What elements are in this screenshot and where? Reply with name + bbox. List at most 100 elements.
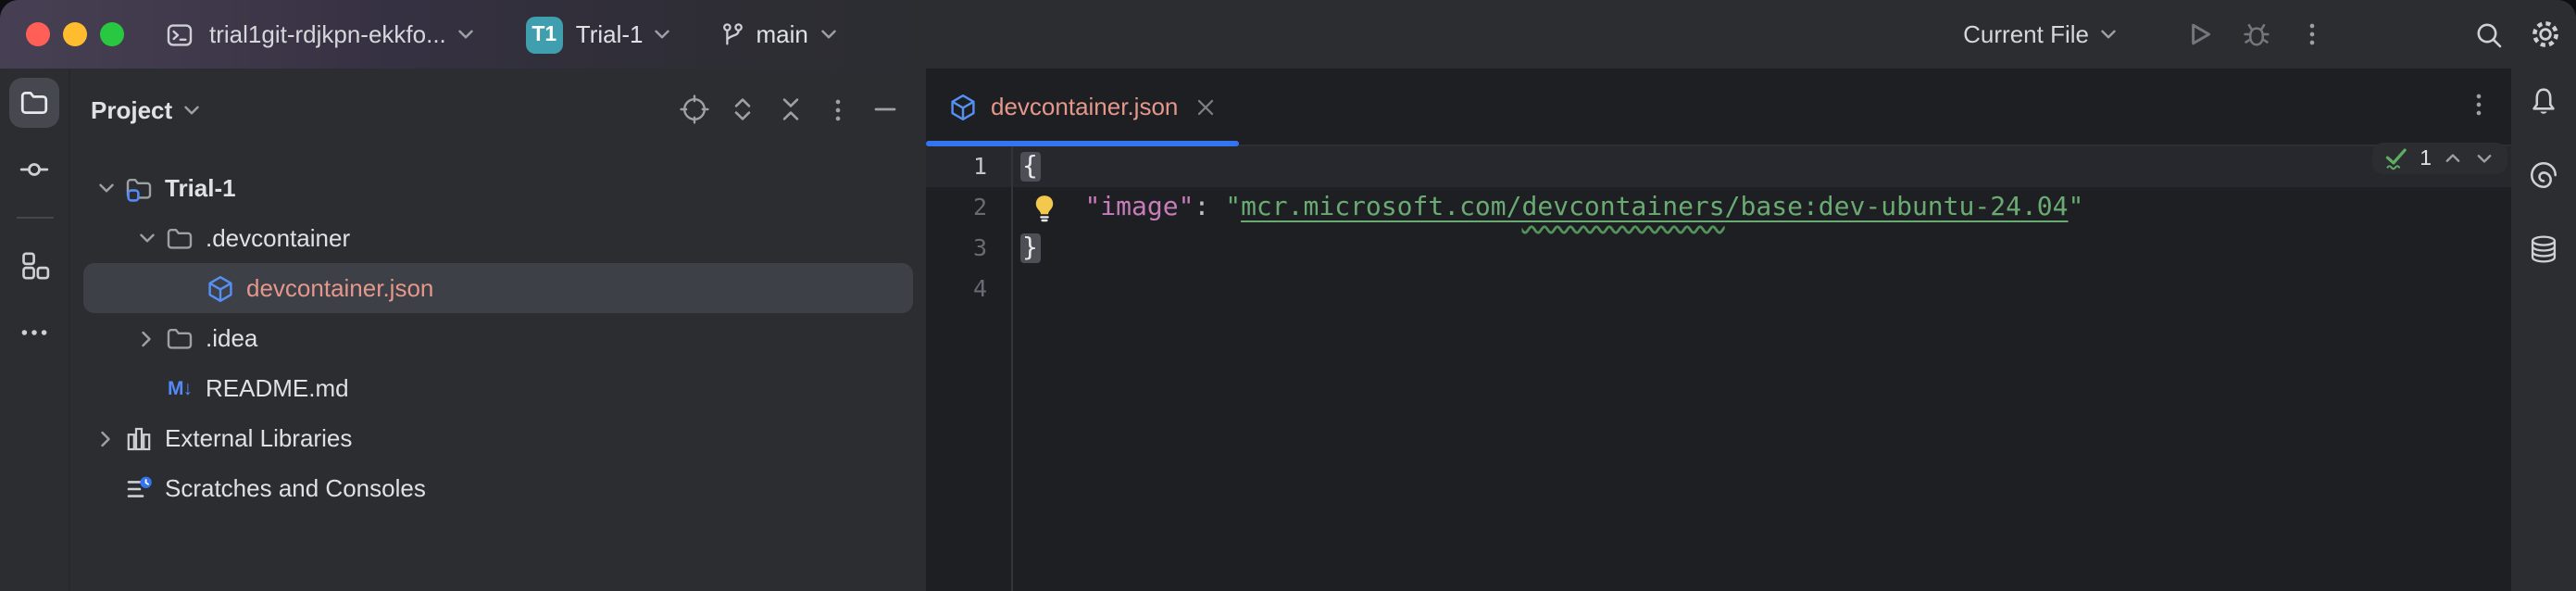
active-tab-underline xyxy=(926,140,1239,146)
code-line xyxy=(1013,269,2511,309)
editor-tab-bar: devcontainer.json xyxy=(926,69,2511,146)
tree-item-label: External Libraries xyxy=(165,424,352,452)
chevron-down-icon[interactable] xyxy=(131,223,161,253)
settings-button[interactable] xyxy=(2530,19,2561,50)
tree-item--idea[interactable]: .idea xyxy=(83,313,913,363)
inspection-count: 1 xyxy=(2420,147,2432,170)
tab-label: devcontainer.json xyxy=(991,93,1178,120)
zoom-window-button[interactable] xyxy=(100,22,124,46)
prev-problem-button[interactable] xyxy=(2443,148,2463,169)
ai-assistant-button[interactable] xyxy=(2528,159,2559,191)
chevron-down-icon xyxy=(818,22,842,46)
inspection-status-icon xyxy=(2384,146,2408,170)
cube-icon xyxy=(206,273,235,303)
chevron-spacer xyxy=(131,373,161,403)
tree-item-label: .idea xyxy=(206,324,257,352)
branch-name: main xyxy=(757,20,808,48)
more-tool-windows-button[interactable] xyxy=(9,308,59,358)
tree-item-label: devcontainer.json xyxy=(246,274,433,302)
markdown-icon: M↓ xyxy=(165,373,194,403)
tree-item-label: .devcontainer xyxy=(206,224,350,252)
hide-panel-button[interactable] xyxy=(870,94,900,124)
debug-button[interactable] xyxy=(2241,19,2272,50)
traffic-lights xyxy=(26,22,124,46)
search-everywhere-button[interactable] xyxy=(2474,19,2504,49)
strip-divider xyxy=(16,217,53,219)
project-tree: Trial-1 .devcontainer devcontainer.json .id… xyxy=(70,150,926,513)
close-tab-icon[interactable] xyxy=(1193,94,1219,119)
chevron-down-icon xyxy=(2096,22,2120,46)
library-icon xyxy=(124,423,154,453)
cube-icon xyxy=(948,92,978,121)
code-line: "image": "mcr.microsoft.com/devcontainer… xyxy=(1013,187,2511,228)
notifications-button[interactable] xyxy=(2528,85,2559,117)
line-number: 2 xyxy=(926,187,1011,228)
tree-item-scratches-and-consoles[interactable]: Scratches and Consoles xyxy=(83,463,913,513)
project-tool-button[interactable] xyxy=(9,78,59,128)
line-number: 3 xyxy=(926,228,1011,269)
code-editor[interactable]: 1234 { "image": "mcr.microsoft.com/devco… xyxy=(926,146,2511,591)
tree-item-readme-md[interactable]: M↓README.md xyxy=(83,363,913,413)
terminal-icon xyxy=(165,19,194,49)
code-lines: { "image": "mcr.microsoft.com/devcontain… xyxy=(1013,146,2511,309)
git-branch-widget[interactable]: main xyxy=(719,20,842,48)
line-number: 4 xyxy=(926,269,1011,309)
chevron-spacer xyxy=(91,473,120,503)
intention-bulb-icon[interactable] xyxy=(1030,193,1059,222)
window-title[interactable]: trial1git-rdjkpn-ekkfo... xyxy=(209,20,446,48)
tree-item-external-libraries[interactable]: External Libraries xyxy=(83,413,913,463)
tree-item-label: Trial-1 xyxy=(165,174,236,202)
expand-all-button[interactable] xyxy=(728,94,757,124)
structure-icon xyxy=(19,250,50,282)
tree-item-label: Scratches and Consoles xyxy=(165,474,426,502)
tree-item-trial-1[interactable]: Trial-1 xyxy=(83,163,913,213)
scratches-icon xyxy=(124,473,154,503)
editor-area: devcontainer.json 1 1234 { "image": "mcr… xyxy=(926,69,2511,591)
more-actions-button[interactable] xyxy=(2298,20,2326,48)
collapse-all-button[interactable] xyxy=(776,94,806,124)
left-tool-strip xyxy=(0,69,70,591)
structure-tool-button[interactable] xyxy=(9,241,59,291)
run-configuration-label: Current File xyxy=(1963,20,2089,48)
chevron-spacer xyxy=(172,273,202,303)
ellipsis-icon xyxy=(19,317,50,348)
folder-icon xyxy=(19,87,50,119)
chevron-right-icon[interactable] xyxy=(91,423,120,453)
tree-item--devcontainer[interactable]: .devcontainer xyxy=(83,213,913,263)
project-badge[interactable]: T1 xyxy=(526,16,563,53)
project-panel-header: Project xyxy=(70,69,926,150)
select-opened-file-button[interactable] xyxy=(680,94,709,124)
project-folder-icon xyxy=(124,173,154,203)
ide-window: trial1git-rdjkpn-ekkfo... T1 Trial-1 mai… xyxy=(0,0,2576,591)
next-problem-button[interactable] xyxy=(2474,148,2495,169)
right-tool-strip xyxy=(2511,69,2576,591)
tree-item-devcontainer-json[interactable]: devcontainer.json xyxy=(83,263,913,313)
panel-options-button[interactable] xyxy=(824,95,852,123)
minimize-window-button[interactable] xyxy=(63,22,87,46)
project-panel: Project Trial-1 .devcontainer devcontainer… xyxy=(70,69,926,591)
project-name[interactable]: Trial-1 xyxy=(576,20,644,48)
database-button[interactable] xyxy=(2528,233,2559,265)
code-line: } xyxy=(1013,228,2511,269)
close-window-button[interactable] xyxy=(26,22,50,46)
folder-icon xyxy=(165,223,194,253)
editor-gutter: 1234 xyxy=(926,146,1013,591)
typo-squiggle: devcontainers xyxy=(1522,193,1725,222)
git-branch-icon xyxy=(719,20,747,48)
chevron-down-icon[interactable] xyxy=(651,22,675,46)
commit-icon xyxy=(19,154,50,185)
line-number: 1 xyxy=(926,146,1011,187)
chevron-down-icon[interactable] xyxy=(454,22,478,46)
chevron-right-icon[interactable] xyxy=(131,323,161,353)
code-line: { xyxy=(1013,146,2511,187)
run-button[interactable] xyxy=(2183,19,2215,50)
run-configuration-selector[interactable]: Current File xyxy=(1963,20,2120,48)
tab-devcontainer-json[interactable]: devcontainer.json xyxy=(926,69,1239,145)
inspections-widget[interactable]: 1 xyxy=(2371,143,2507,174)
chevron-down-icon[interactable] xyxy=(180,97,204,121)
chevron-down-icon[interactable] xyxy=(91,173,120,203)
commit-tool-button[interactable] xyxy=(9,145,59,195)
project-panel-title[interactable]: Project xyxy=(91,95,172,123)
title-bar: trial1git-rdjkpn-ekkfo... T1 Trial-1 mai… xyxy=(0,0,2576,69)
tab-options-button[interactable] xyxy=(2465,91,2493,119)
